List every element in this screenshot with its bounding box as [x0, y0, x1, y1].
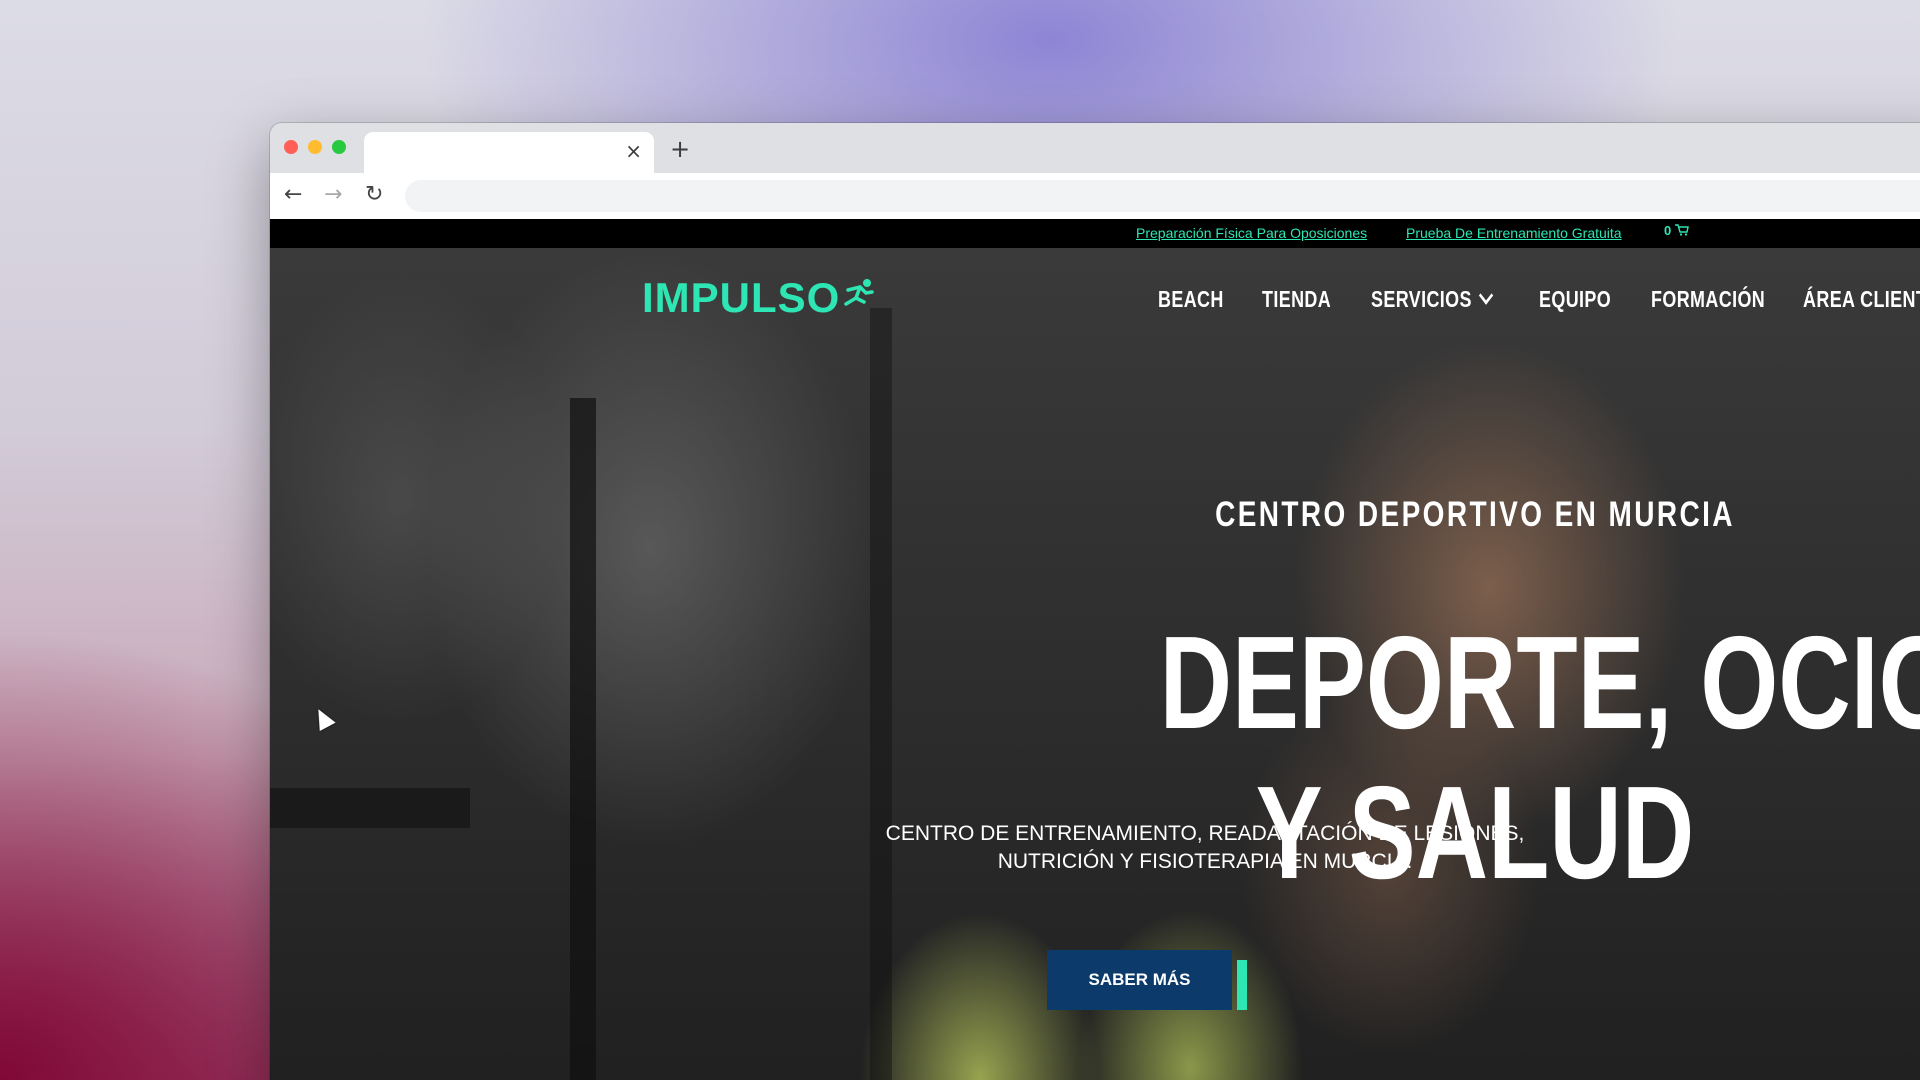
top-bar: Preparación Física Para Oposiciones Prue… [270, 219, 1920, 248]
topbar-link-prueba-gratuita[interactable]: Prueba De Entrenamiento Gratuita [1406, 225, 1622, 241]
cta-accent-bar [1237, 960, 1247, 1010]
hero-kicker: CENTRO DEPORTIVO EN MURCIA [1215, 495, 1735, 534]
site-logo[interactable]: IMPULSO [642, 276, 876, 320]
nav-item-beach[interactable]: BEACH [1158, 286, 1224, 313]
reload-icon[interactable]: ↻ [365, 181, 383, 209]
tab-strip: × + [270, 123, 1920, 173]
browser-tab[interactable]: × [364, 132, 654, 173]
nav-item-tienda[interactable]: TIENDA [1262, 286, 1331, 313]
browser-window: × + ← → ↻ Preparación Física Para Oposic… [270, 123, 1920, 1080]
browser-toolbar: ← → ↻ [270, 173, 1920, 219]
nav-item-equipo[interactable]: EQUIPO [1539, 286, 1611, 313]
background-gym-equipment [570, 398, 596, 1080]
hero-subtitle: CENTRO DE ENTRENAMIENTO, READAPTACIÓN DE… [790, 820, 1620, 876]
nav-item-formacion[interactable]: FORMACIÓN [1651, 286, 1765, 313]
new-tab-button[interactable]: + [670, 136, 690, 162]
back-icon[interactable]: ← [284, 181, 302, 209]
desktop-background: × + ← → ↻ Preparación Física Para Oposic… [0, 0, 1920, 1080]
topbar-link-oposiciones[interactable]: Preparación Física Para Oposiciones [1136, 225, 1367, 241]
hero-title-line-1: DEPORTE, OCIO [1159, 609, 1920, 756]
close-tab-icon[interactable]: × [625, 139, 642, 163]
address-bar[interactable] [405, 180, 1920, 212]
chevron-down-icon [1479, 286, 1494, 305]
cart-button[interactable]: 0 [1664, 223, 1689, 238]
maximize-window-button[interactable] [332, 140, 346, 154]
nav-item-area-cliente[interactable]: ÁREA CLIENTE [1803, 286, 1920, 313]
nav-item-servicios-label: SERVICIOS [1371, 286, 1472, 312]
background-gym-equipment [270, 788, 470, 828]
shopping-cart-icon [1674, 224, 1689, 236]
background-gym-equipment [870, 308, 892, 1080]
saber-mas-button[interactable]: SABER MÁS [1047, 950, 1232, 1010]
close-window-button[interactable] [284, 140, 298, 154]
hero-subtitle-line-1: CENTRO DE ENTRENAMIENTO, READAPTACIÓN DE… [885, 822, 1525, 845]
cart-count: 0 [1664, 223, 1672, 238]
forward-icon[interactable]: → [324, 181, 342, 209]
logo-text: IMPULSO [642, 274, 841, 321]
runner-icon [844, 279, 875, 306]
nav-item-servicios[interactable]: SERVICIOS [1371, 286, 1494, 313]
minimize-window-button[interactable] [308, 140, 322, 154]
hero-subtitle-line-2: NUTRICIÓN Y FISIOTERAPIA EN MURCIA. [997, 850, 1413, 873]
